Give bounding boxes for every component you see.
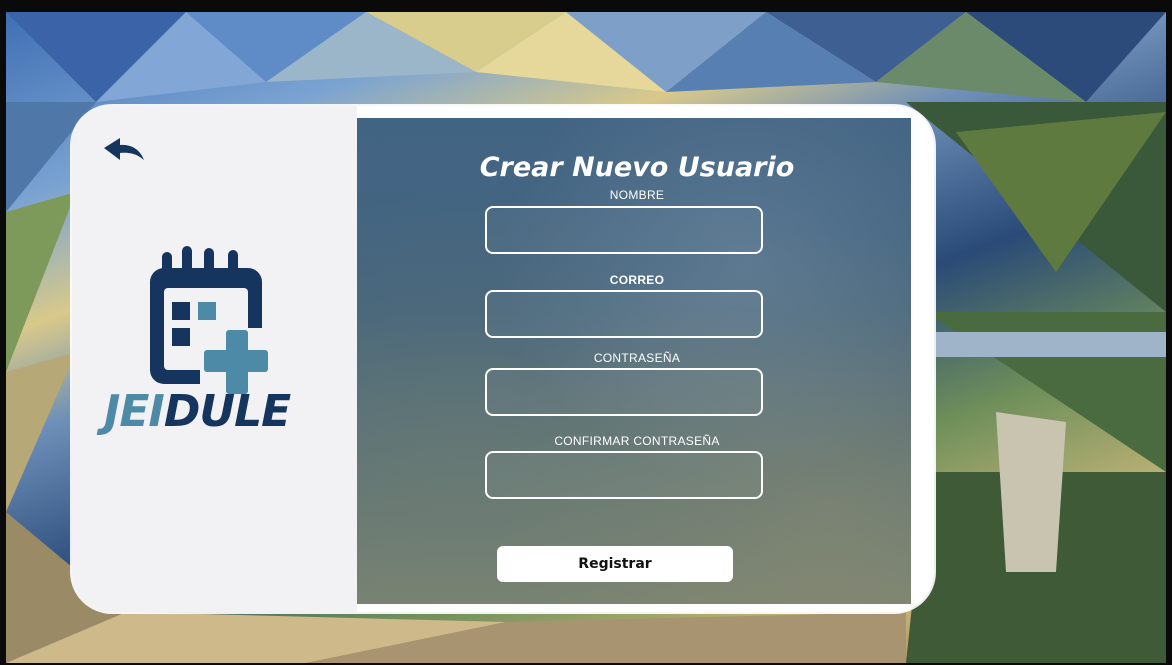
register-button[interactable]: Registrar bbox=[497, 546, 733, 582]
arrow-back-icon bbox=[104, 138, 144, 160]
form-title: Crear Nuevo Usuario bbox=[479, 152, 795, 183]
back-button[interactable] bbox=[102, 136, 146, 168]
confirm-password-input[interactable] bbox=[485, 451, 763, 499]
register-form: Crear Nuevo Usuario NOMBRE CORREO CONTRA… bbox=[357, 118, 917, 604]
app-screen: JEIDULE Crear Nuevo Usuario NOMBRE CORRE… bbox=[0, 0, 1172, 665]
brand-panel: JEIDULE bbox=[72, 106, 357, 612]
password-label: CONTRASEÑA bbox=[593, 351, 681, 365]
name-label: NOMBRE bbox=[609, 188, 665, 202]
confirm-password-label: CONFIRMAR CONTRASEÑA bbox=[554, 434, 720, 448]
brand-wordmark-jei: JEI bbox=[104, 386, 165, 437]
brand-wordmark-dule: DULE bbox=[163, 386, 291, 437]
email-input[interactable] bbox=[485, 290, 763, 338]
brand-wordmark: JEIDULE bbox=[104, 386, 334, 437]
email-label: CORREO bbox=[609, 273, 665, 287]
calendar-plus-icon bbox=[142, 246, 282, 396]
register-card: JEIDULE Crear Nuevo Usuario NOMBRE CORRE… bbox=[72, 106, 934, 612]
name-input[interactable] bbox=[485, 206, 763, 254]
password-input[interactable] bbox=[485, 368, 763, 416]
